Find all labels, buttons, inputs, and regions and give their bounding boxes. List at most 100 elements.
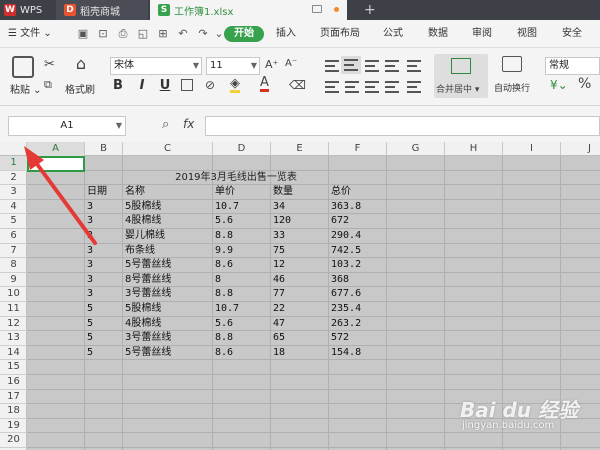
row-header-8[interactable]: 8 (0, 258, 27, 273)
insert-function-button[interactable]: fx (183, 117, 194, 131)
font-name-select[interactable]: 宋体 ▼ (110, 57, 202, 75)
data-cell[interactable]: 22 (271, 302, 285, 316)
column-header-a[interactable]: A (27, 142, 85, 156)
row-header-13[interactable]: 13 (0, 331, 27, 346)
align-right-icon[interactable] (365, 81, 379, 93)
data-cell[interactable]: 363.8 (329, 200, 361, 214)
data-cell[interactable]: 12 (271, 258, 285, 272)
align-justify-icon[interactable] (385, 60, 399, 72)
outdent-icon[interactable] (407, 81, 421, 93)
data-cell[interactable]: 5 (85, 302, 93, 316)
zoom-find-icon[interactable]: ⌕ (162, 117, 169, 132)
data-cell[interactable]: 3 (85, 244, 93, 258)
data-cell[interactable]: 10.7 (213, 302, 239, 316)
align-top-icon[interactable] (325, 60, 339, 72)
data-cell[interactable]: 5号蕾丝线 (123, 258, 171, 272)
menu-page-layout[interactable]: 页面布局 (320, 26, 360, 42)
data-cell[interactable]: 8.8 (213, 331, 233, 345)
data-cell[interactable]: 4股棉线 (123, 214, 161, 228)
data-cell[interactable]: 18 (271, 346, 285, 360)
italic-icon[interactable]: I (134, 78, 150, 93)
pattern-icon[interactable]: ⊘ (205, 78, 215, 92)
data-cell[interactable]: 5股棉线 (123, 200, 161, 214)
menu-view[interactable]: 视图 (517, 26, 537, 42)
data-cell[interactable]: 3 (85, 273, 93, 287)
column-header-h[interactable]: H (445, 142, 503, 156)
data-cell[interactable]: 34 (271, 200, 285, 214)
percent-button[interactable]: % (578, 76, 591, 92)
data-cell[interactable]: 8.8 (213, 287, 233, 301)
data-cell[interactable]: 46 (271, 273, 285, 287)
file-menu[interactable]: ☰ 文件 ⌄ (8, 26, 52, 42)
format-painter-button[interactable]: 格式刷 (65, 81, 95, 96)
header-cell[interactable]: 数量 (271, 185, 293, 199)
data-cell[interactable]: 3号蕾丝线 (123, 287, 171, 301)
table-title-cell[interactable]: 2019年3月毛线出售一览表 (85, 171, 387, 185)
header-cell[interactable]: 名称 (123, 185, 145, 199)
print-icon[interactable]: ⎙ (116, 27, 130, 41)
wrap-text-button[interactable]: 自动换行 (494, 81, 530, 94)
tab-monitor-icon[interactable] (312, 5, 322, 13)
data-cell[interactable]: 布条线 (123, 244, 155, 258)
column-header-b[interactable]: B (85, 142, 123, 156)
fill-color-icon[interactable]: ◈ (230, 77, 240, 93)
row-header-9[interactable]: 9 (0, 273, 27, 288)
paste-icon[interactable] (12, 56, 34, 78)
column-header-c[interactable]: C (123, 142, 213, 156)
column-header-i[interactable]: I (503, 142, 561, 156)
formula-input[interactable] (205, 116, 600, 136)
format-painter-icon[interactable]: ⌂ (71, 54, 91, 76)
row-header-20[interactable]: 20 (0, 433, 27, 448)
export-icon[interactable]: ⊡ (96, 27, 110, 41)
tab-wps[interactable]: W WPS (0, 0, 56, 20)
column-header-d[interactable]: D (213, 142, 271, 156)
font-size-select[interactable]: 11 ▼ (206, 57, 260, 75)
data-cell[interactable]: 65 (271, 331, 285, 345)
data-cell[interactable]: 263.2 (329, 317, 361, 331)
cut-icon[interactable]: ✂ (44, 57, 55, 72)
paste-button[interactable]: 粘贴 ⌄ (10, 81, 42, 96)
align-bottom-icon[interactable] (365, 60, 379, 72)
number-format-select[interactable]: 常规 (545, 57, 600, 75)
row-header-7[interactable]: 7 (0, 244, 27, 259)
data-cell[interactable]: 290.4 (329, 229, 361, 243)
data-cell[interactable]: 5股棉线 (123, 302, 161, 316)
data-cell[interactable]: 235.4 (329, 302, 361, 316)
data-cell[interactable]: 10.7 (213, 200, 239, 214)
distribute-icon[interactable] (385, 81, 399, 93)
row-header-15[interactable]: 15 (0, 360, 27, 375)
data-cell[interactable]: 572 (329, 331, 349, 345)
row-header-10[interactable]: 10 (0, 287, 27, 302)
header-cell[interactable]: 日期 (85, 185, 107, 199)
data-cell[interactable]: 9.9 (213, 244, 233, 258)
data-cell[interactable]: 77 (271, 287, 285, 301)
copy-icon[interactable]: ⧉ (44, 78, 52, 92)
font-color-icon[interactable]: A (260, 76, 269, 92)
data-cell[interactable]: 5 (85, 317, 93, 331)
menu-security[interactable]: 安全 (562, 26, 582, 42)
data-cell[interactable]: 3 (85, 258, 93, 272)
data-cell[interactable]: 3 (85, 200, 93, 214)
tab-daoke-store[interactable]: D 稻壳商城 (56, 0, 148, 20)
select-all-corner[interactable] (0, 142, 27, 156)
align-center-icon[interactable] (345, 81, 359, 93)
data-cell[interactable]: 4股棉线 (123, 317, 161, 331)
data-cell[interactable]: 5 (85, 346, 93, 360)
data-cell[interactable]: 3 (85, 287, 93, 301)
row-header-18[interactable]: 18 (0, 404, 27, 419)
row-header-14[interactable]: 14 (0, 346, 27, 361)
row-header-17[interactable]: 17 (0, 390, 27, 405)
data-cell[interactable]: 婴儿棉线 (123, 229, 165, 243)
data-cell[interactable]: 5 (85, 331, 93, 345)
data-cell[interactable]: 47 (271, 317, 285, 331)
row-header-6[interactable]: 6 (0, 229, 27, 244)
menu-insert[interactable]: 插入 (276, 26, 296, 42)
merge-center-button[interactable]: 合并居中 ▾ (434, 54, 488, 98)
data-cell[interactable]: 677.6 (329, 287, 361, 301)
redo-icon[interactable]: ↷ (196, 27, 210, 41)
data-cell[interactable]: 368 (329, 273, 349, 287)
data-cell[interactable]: 8号蕾丝线 (123, 273, 171, 287)
data-cell[interactable]: 5.6 (213, 214, 233, 228)
column-header-g[interactable]: G (387, 142, 445, 156)
row-header-16[interactable]: 16 (0, 375, 27, 390)
